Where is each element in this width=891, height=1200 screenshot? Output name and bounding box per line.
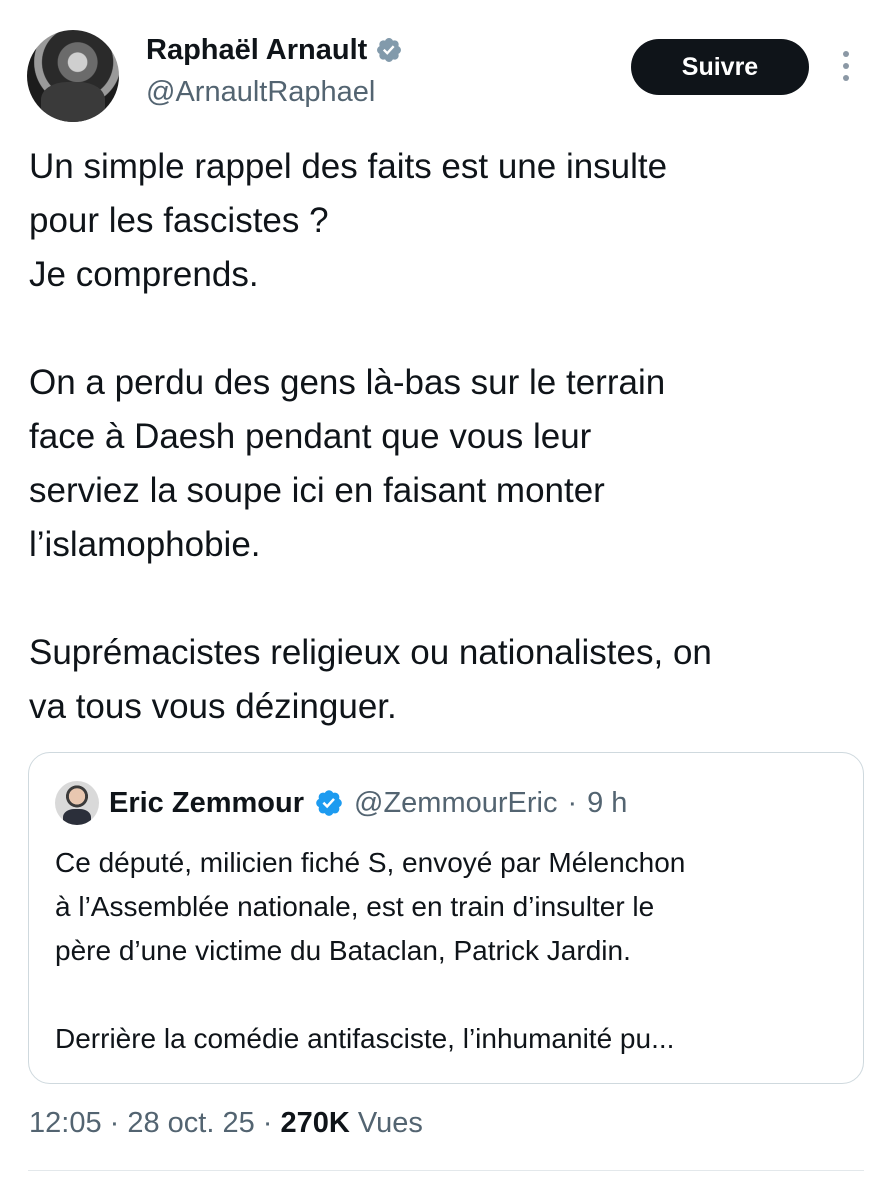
quoted-avatar[interactable] xyxy=(55,781,99,825)
tweet-text: Un simple rappel des faits est une insul… xyxy=(29,140,869,734)
tweet-line: serviez la soupe ici en faisant monter xyxy=(29,471,605,510)
tweet-line xyxy=(29,572,869,626)
meta-separator: · xyxy=(254,1107,281,1139)
divider xyxy=(28,1170,864,1171)
tweet-time[interactable]: 12:05 xyxy=(29,1103,102,1143)
quoted-author-handle[interactable]: @ZemmourEric xyxy=(354,787,557,820)
quoted-tweet[interactable]: Eric Zemmour @ZemmourEric · 9 h Ce déput… xyxy=(28,752,864,1084)
tweet-line: pour les fascistes ? xyxy=(29,201,329,240)
quoted-header: Eric Zemmour @ZemmourEric · 9 h xyxy=(55,781,627,825)
quoted-line: à l’Assemblée nationale, est en train d’… xyxy=(55,891,655,922)
quoted-line: Ce député, milicien fiché S, envoyé par … xyxy=(55,847,686,878)
follow-button[interactable]: Suivre xyxy=(631,39,809,95)
tweet-meta: 12:05 · 28 oct. 25 · 270K Vues xyxy=(29,1103,423,1143)
tweet-line: Suprémacistes religieux ou nationalistes… xyxy=(29,633,712,672)
tweet-line: Je comprends. xyxy=(29,255,259,294)
tweet-line: Un simple rappel des faits est une insul… xyxy=(29,147,668,186)
tweet-header: Raphaël Arnault @ArnaultRaphael Suivre xyxy=(0,0,891,130)
quoted-line: père d’une victime du Bataclan, Patrick … xyxy=(55,935,631,966)
author-name[interactable]: Raphaël Arnault xyxy=(146,32,367,68)
tweet-date[interactable]: 28 oct. 25 xyxy=(127,1103,254,1143)
quoted-separator: · xyxy=(567,786,578,819)
verified-badge-icon xyxy=(316,790,342,816)
quoted-author-name[interactable]: Eric Zemmour xyxy=(109,787,304,820)
tweet-line: va tous vous dézinguer. xyxy=(29,687,397,726)
verified-badge-icon xyxy=(377,38,402,62)
quoted-time[interactable]: 9 h xyxy=(587,787,627,820)
tweet-line: l’islamophobie. xyxy=(29,525,261,564)
meta-separator: · xyxy=(101,1107,128,1139)
author-handle[interactable]: @ArnaultRaphael xyxy=(146,74,375,110)
quoted-text: Ce député, milicien fiché S, envoyé par … xyxy=(55,841,845,1061)
author-avatar[interactable] xyxy=(27,30,119,122)
views-count[interactable]: 270K xyxy=(281,1103,350,1143)
tweet-line: On a perdu des gens là-bas sur le terrai… xyxy=(29,363,666,402)
views-label: Vues xyxy=(349,1107,423,1139)
tweet-line xyxy=(29,302,869,356)
author-name-row: Raphaël Arnault xyxy=(146,32,403,68)
quoted-line: Derrière la comédie antifasciste, l’inhu… xyxy=(55,1023,675,1054)
tweet-line: face à Daesh pendant que vous leur xyxy=(29,417,592,456)
quoted-line xyxy=(55,973,845,1017)
more-vertical-icon[interactable] xyxy=(836,48,856,84)
